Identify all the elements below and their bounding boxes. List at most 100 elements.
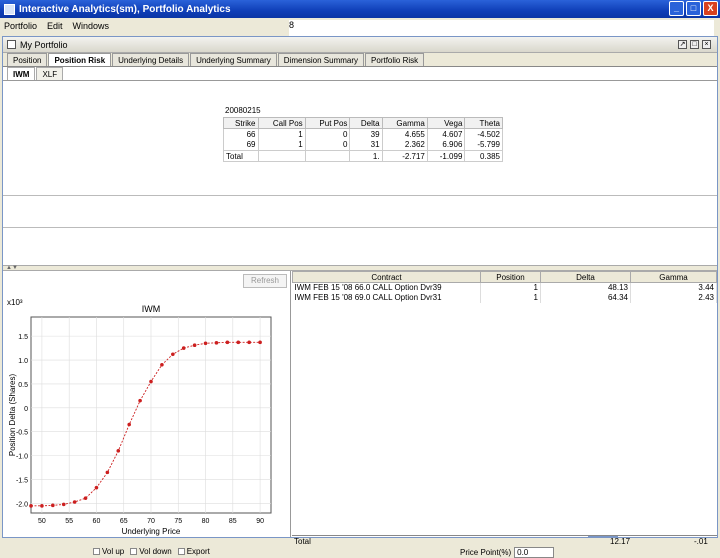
summary-row[interactable]: 66 1 0 39 4.655 4.607 -4.502 [223, 128, 503, 140]
tab-underlying-details[interactable]: Underlying Details [112, 53, 190, 66]
legend-item[interactable]: Export [177, 547, 210, 556]
tab-dimension-summary[interactable]: Dimension Summary [277, 53, 365, 66]
risk-row[interactable]: IWM FEB 15 '08 66.0 CALL Option Dvr39 1 … [292, 282, 717, 293]
summary-header[interactable]: Put Pos [304, 117, 351, 129]
price-point-control: Price Point(%) 0.0 [460, 547, 555, 558]
summary-cell: 1 [257, 139, 306, 151]
risk-table: Contract Position Delta Gamma IWM FEB 15… [292, 271, 717, 303]
data-point [116, 449, 121, 453]
data-point [160, 363, 164, 367]
summary-cell: 1. [349, 150, 383, 162]
risk-header-contract[interactable]: Contract [292, 271, 481, 283]
data-point [181, 346, 186, 350]
x-tick-label: 65 [120, 518, 128, 525]
risk-cell: 48.13 [540, 282, 631, 293]
underlying-tabs: IWM XLF [3, 67, 717, 81]
summary-total-label: Total [223, 150, 259, 162]
data-point [171, 352, 175, 357]
tab-position[interactable]: Position [7, 53, 48, 66]
menu-edit[interactable]: Edit [47, 21, 63, 31]
y-tick-label: -0.5 [16, 430, 28, 437]
data-point [127, 422, 131, 427]
chart-exponent: x10³ [7, 298, 23, 307]
x-tick-label: 75 [174, 518, 182, 525]
risk-total-gamma: -.01 [694, 537, 708, 546]
legend-checkbox[interactable] [93, 548, 100, 555]
data-point [72, 500, 77, 504]
tab-position-risk[interactable]: Position Risk [48, 53, 112, 66]
x-tick-labels: 50 55 60 65 70 75 80 85 90 [38, 518, 264, 525]
risk-cell: 1 [480, 282, 541, 293]
price-point-input[interactable]: 0.0 [514, 547, 555, 558]
delta-chart: x10³ IWM 50 55 60 65 70 75 80 85 90 1.5 1.0 0.5 0 -0… [7, 298, 272, 536]
summary-cell [257, 150, 306, 162]
tab-portfolio-risk[interactable]: Portfolio Risk [365, 53, 425, 66]
summary-cell: 6.906 [426, 139, 466, 151]
data-point [258, 340, 262, 345]
risk-header-gamma[interactable]: Gamma [630, 271, 717, 283]
risk-total-delta: 12.17 [610, 537, 631, 546]
risk-total-label: Total [294, 537, 311, 546]
data-point [203, 341, 208, 346]
legend-item[interactable]: Vol down [130, 547, 172, 556]
y-tick-label: -2.0 [16, 501, 28, 508]
data-point [138, 398, 142, 403]
data-point [51, 503, 55, 508]
close-button[interactable]: X [703, 1, 718, 16]
panel-maximize-button[interactable]: □ [690, 40, 699, 49]
x-tick-label: 90 [256, 518, 264, 525]
menu-portfolio[interactable]: Portfolio [4, 21, 37, 31]
summary-header[interactable]: Vega [426, 117, 466, 129]
risk-cell: IWM FEB 15 '08 66.0 CALL Option Dvr39 [292, 282, 481, 293]
data-point [83, 496, 88, 500]
summary-header[interactable]: Strike [223, 117, 259, 129]
menu-windows[interactable]: Windows [73, 21, 110, 31]
subtab-xlf[interactable]: XLF [36, 67, 64, 80]
summary-header[interactable]: Delta [349, 117, 383, 129]
subtab-iwm[interactable]: IWM [7, 67, 36, 80]
summary-cell: -1.099 [426, 150, 466, 162]
x-tick-label: 85 [229, 518, 237, 525]
risk-header-position[interactable]: Position [480, 271, 541, 283]
summary-row[interactable]: 69 1 0 31 2.362 6.906 -5.799 [223, 139, 503, 151]
panel-float-button[interactable]: ↗ [678, 40, 687, 49]
risk-cell: 2.43 [630, 292, 717, 303]
x-tick-label: 50 [38, 518, 46, 525]
summary-header[interactable]: Call Pos [257, 117, 306, 129]
legend-label: Vol down [139, 547, 172, 556]
risk-total-row: Total 12.17 -.01 [292, 535, 717, 547]
risk-header-delta[interactable]: Delta [540, 271, 631, 283]
chart-legend: Vol up Vol down Export [93, 547, 210, 556]
summary-cell: 2.362 [381, 139, 428, 151]
summary-header[interactable]: Gamma [381, 117, 428, 129]
x-axis-label: Underlying Price [122, 527, 181, 536]
risk-row[interactable]: IWM FEB 15 '08 69.0 CALL Option Dvr31 1 … [292, 292, 717, 303]
panel-close-button[interactable]: × [702, 40, 711, 49]
summary-cell: 4.655 [381, 128, 428, 140]
risk-cell: IWM FEB 15 '08 69.0 CALL Option Dvr31 [292, 292, 481, 303]
risk-panel: Contract Position Delta Gamma IWM FEB 15… [292, 271, 717, 558]
data-point [225, 340, 230, 345]
price-point-label: Price Point(%) [460, 548, 512, 557]
summary-date: 20080215 [225, 106, 261, 115]
legend-checkbox[interactable] [177, 548, 185, 555]
x-tick-label: 60 [93, 518, 101, 525]
y-tick-label: -1.0 [16, 454, 28, 461]
summary-cell: 0 [304, 139, 351, 151]
risk-cell: 1 [480, 292, 541, 303]
minimize-button[interactable]: _ [669, 1, 684, 16]
main-tabs: Position Position Risk Underlying Detail… [3, 53, 717, 67]
tab-underlying-summary[interactable]: Underlying Summary [190, 53, 277, 66]
app-icon [4, 3, 15, 15]
risk-cell: 64.34 [540, 292, 631, 303]
summary-header[interactable]: Theta [464, 117, 503, 129]
position-summary-table: 20080215 Strike Call Pos Put Pos Delta G… [223, 105, 503, 162]
summary-cell: 66 [223, 128, 259, 140]
x-tick-label: 70 [147, 518, 155, 525]
y-tick-label: 1.5 [18, 334, 28, 341]
y-tick-labels: 1.5 1.0 0.5 0 -0.5 -1.0 -1.5 -2.0 [16, 334, 28, 508]
maximize-button[interactable]: □ [686, 1, 701, 16]
legend-checkbox[interactable] [130, 548, 138, 555]
legend-item[interactable]: Vol up [93, 547, 124, 556]
window-title: Interactive Analytics(sm), Portfolio Ana… [19, 3, 231, 15]
